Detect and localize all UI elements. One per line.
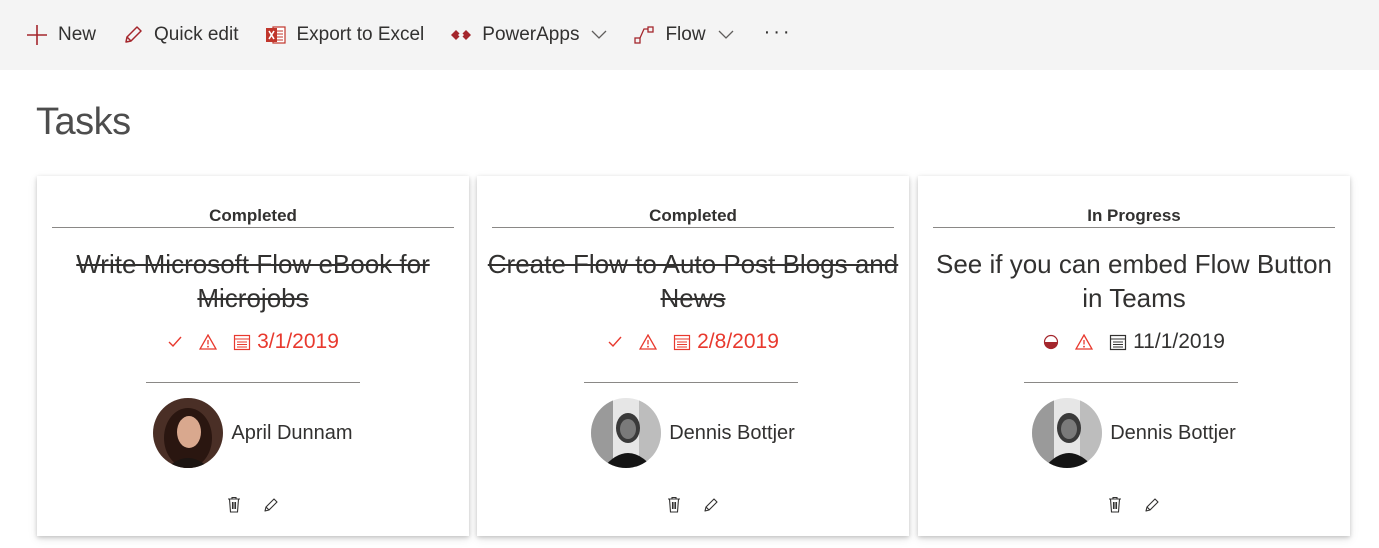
new-label: New	[58, 24, 97, 45]
assignee-name: Dennis Bottjer	[1110, 421, 1236, 444]
assignee: Dennis Bottjer	[477, 398, 909, 468]
flow-label: Flow	[665, 24, 706, 45]
warning-icon	[199, 334, 218, 350]
task-card[interactable]: In Progress See if you can embed Flow Bu…	[918, 176, 1350, 536]
new-button[interactable]: New	[26, 15, 96, 55]
export-to-excel-button[interactable]: Export to Excel	[265, 15, 425, 55]
warning-icon	[639, 334, 658, 350]
trash-icon[interactable]	[227, 496, 241, 513]
flow-icon	[633, 24, 655, 46]
trash-icon[interactable]	[667, 496, 681, 513]
more-label: ···	[763, 20, 793, 43]
powerapps-label: PowerApps	[482, 24, 580, 45]
edit-icon[interactable]	[703, 497, 719, 513]
task-meta: 2/8/2019	[477, 330, 909, 354]
divider	[146, 382, 360, 383]
card-actions	[37, 496, 469, 513]
due-date: 11/1/2019	[1109, 330, 1225, 354]
assignee-name: April Dunnam	[231, 421, 353, 444]
chevron-down-icon	[718, 30, 734, 40]
export-label: Export to Excel	[296, 24, 425, 45]
powerapps-icon	[450, 24, 472, 46]
divider	[52, 227, 454, 228]
due-date: 2/8/2019	[673, 330, 779, 354]
excel-icon	[265, 24, 287, 46]
assignee: Dennis Bottjer	[918, 398, 1350, 468]
quick-edit-label: Quick edit	[154, 24, 239, 45]
task-title: Write Microsoft Flow eBook for Microjobs	[76, 249, 430, 313]
powerapps-menu[interactable]: PowerApps	[450, 15, 607, 55]
calendar-icon	[233, 333, 251, 351]
checkmark-icon	[607, 335, 623, 349]
avatar	[1032, 398, 1103, 468]
due-date: 3/1/2019	[233, 330, 339, 354]
assignee: April Dunnam	[37, 398, 469, 468]
calendar-icon	[1109, 333, 1127, 351]
due-date-text: 2/8/2019	[697, 330, 779, 353]
task-card[interactable]: Completed Create Flow to Auto Post Blogs…	[477, 176, 909, 536]
task-card[interactable]: Completed Write Microsoft Flow eBook for…	[37, 176, 469, 536]
divider	[492, 227, 894, 228]
task-meta: 3/1/2019	[37, 330, 469, 354]
task-meta: 11/1/2019	[918, 330, 1350, 354]
edit-icon[interactable]	[1144, 497, 1160, 513]
assignee-name: Dennis Bottjer	[669, 421, 795, 444]
divider	[584, 382, 798, 383]
divider	[933, 227, 1335, 228]
command-bar: New Quick edit Export to Excel PowerApps	[0, 0, 1379, 70]
task-title: See if you can embed Flow Button in Team…	[935, 249, 1332, 313]
pencil-icon	[122, 24, 144, 46]
card-actions	[918, 496, 1350, 513]
warning-icon	[1075, 334, 1094, 350]
task-title: Create Flow to Auto Post Blogs and News	[487, 249, 899, 313]
more-button[interactable]: ···	[764, 12, 793, 58]
plus-icon	[26, 24, 48, 46]
half-circle-icon	[1043, 334, 1059, 350]
due-date-text: 3/1/2019	[257, 330, 339, 353]
task-status: Completed	[649, 206, 737, 225]
divider	[1024, 382, 1238, 383]
chevron-down-icon	[591, 30, 607, 40]
page-title: Tasks	[36, 101, 131, 143]
edit-icon[interactable]	[263, 497, 279, 513]
avatar	[153, 398, 224, 468]
avatar	[591, 398, 662, 468]
quick-edit-button[interactable]: Quick edit	[122, 15, 239, 55]
task-status: In Progress	[1087, 206, 1181, 225]
calendar-icon	[673, 333, 691, 351]
trash-icon[interactable]	[1108, 496, 1122, 513]
due-date-text: 11/1/2019	[1133, 330, 1225, 353]
flow-menu[interactable]: Flow	[633, 15, 734, 55]
card-actions	[477, 496, 909, 513]
task-status: Completed	[209, 206, 297, 225]
checkmark-icon	[167, 335, 183, 349]
